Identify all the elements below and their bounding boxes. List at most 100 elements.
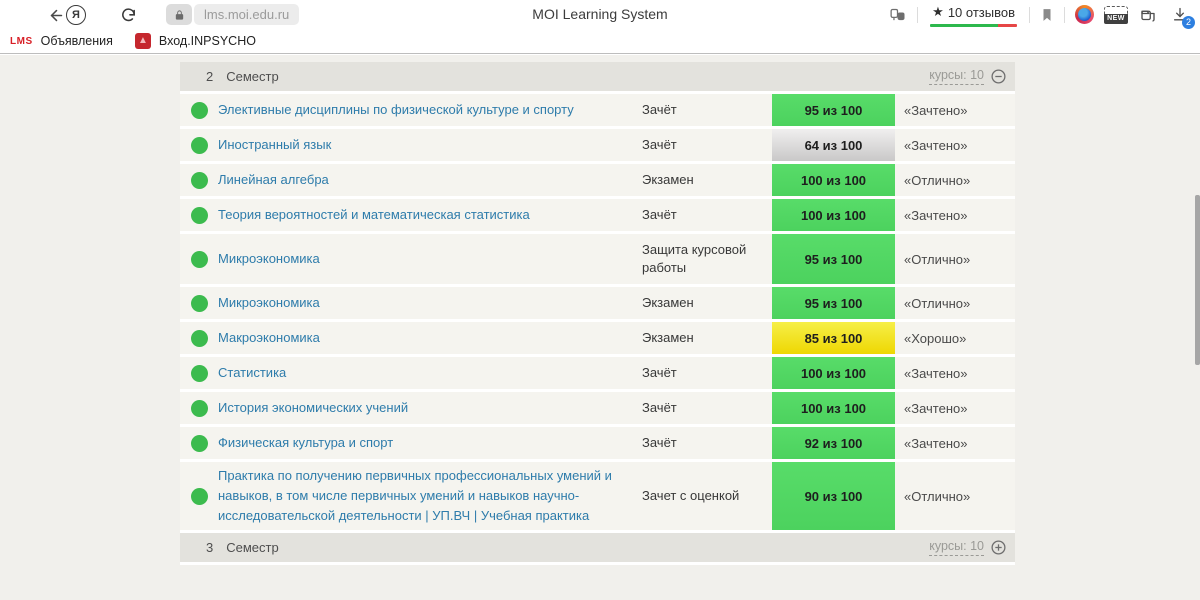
score-badge: 85 из 100 [772,322,895,354]
toolbar-separator [1029,6,1030,23]
grade-text: «Отлично» [904,251,971,267]
bookmark-item-inpsycho[interactable]: ▲ Вход.INPSYCHO [134,33,256,49]
assessment-type: Зачёт [642,365,677,381]
extension-new-tab-icon[interactable]: NEW [1104,5,1128,24]
new-badge: NEW [1104,13,1128,24]
grade-text: «Хорошо» [904,330,967,346]
semester-number: 2 [206,69,214,84]
status-dot-icon [191,206,208,224]
course-link[interactable]: Микроэкономика [218,293,642,313]
course-row: Макроэкономика Экзамен 85 из 100 «Хорошо» [180,322,1015,357]
site-reviews-button[interactable]: ★ 10 отзывов [928,2,1019,27]
status-dot-icon [191,487,208,505]
extension-browser-icon[interactable] [1075,5,1094,24]
toolbar-separator [917,6,919,23]
score-badge: 90 из 100 [772,462,895,530]
extension-globe-icon [1078,8,1091,21]
score-badge: 92 из 100 [772,427,895,459]
course-link[interactable]: Теория вероятностей и математическая ста… [218,205,642,225]
status-dot-icon [191,434,208,452]
courses-count-link[interactable]: курсы: 10 [929,539,984,556]
bookmark-button[interactable] [1040,7,1054,23]
grade-text: «Зачтено» [904,102,968,118]
downloads-count-badge: 2 [1182,15,1195,29]
course-link[interactable]: Макроэкономика [218,328,642,348]
star-icon: ★ [932,4,944,19]
back-arrow-icon [50,9,62,21]
status-dot-icon [191,329,208,347]
reviews-label: 10 отзывов [947,4,1015,20]
assessment-type: Зачёт [642,137,677,153]
course-link[interactable]: Иностранный язык [218,135,642,155]
course-link[interactable]: Статистика [218,363,642,383]
course-link[interactable]: Физическая культура и спорт [218,433,642,453]
grades-table: 2 Семестр курсы: 10 Элективные дисциплин… [180,62,1015,565]
status-dot-icon [191,399,208,417]
course-row: Иностранный язык Зачёт 64 из 100 «Зачтено» [180,129,1015,164]
course-row: Линейная алгебра Экзамен 100 из 100 «Отличн… [180,164,1015,199]
refresh-button[interactable] [116,3,140,27]
bookmark-item-announcements[interactable]: LMS Объявления [10,34,113,48]
collections-button[interactable] [1138,6,1158,24]
bookmark-flag-icon [1043,8,1051,21]
grade-text: «Зачтено» [904,207,968,223]
status-dot-icon [191,250,208,268]
course-row: История экономических учений Зачёт 100 из … [180,392,1015,427]
course-link[interactable]: Элективные дисциплины по физической куль… [218,100,642,120]
grade-text: «Зачтено» [904,137,968,153]
url-text[interactable]: lms.moi.edu.ru [194,4,300,25]
semester-3-header: 3 Семестр курсы: 10 [180,533,1015,565]
assessment-type: Зачёт [642,435,677,451]
course-row: Практика по получению первичных професси… [180,462,1015,533]
semester-2-header: 2 Семестр курсы: 10 [180,62,1015,94]
courses-count-link[interactable]: курсы: 10 [929,68,984,85]
score-badge: 100 из 100 [772,357,895,389]
grade-text: «Отлично» [904,295,971,311]
status-dot-icon [191,364,208,382]
expand-semester-button[interactable] [990,539,1007,556]
browser-toolbar: Я lms.moi.edu.ru MOI Learning System ★ 1… [0,0,1200,29]
course-link[interactable]: История экономических учений [218,398,642,418]
lms-page: 2 Семестр курсы: 10 Элективные дисциплин… [0,55,1200,600]
semester-label: Семестр [226,540,279,555]
assessment-type: Зачёт [642,400,677,416]
downloads-button[interactable]: 2 [1168,3,1195,29]
course-row: Элективные дисциплины по физической куль… [180,94,1015,129]
semester-number: 3 [206,540,214,555]
address-bar[interactable]: lms.moi.edu.ru [166,4,300,25]
yandex-home-button[interactable]: Я [64,3,88,27]
collapse-semester-button[interactable] [990,68,1007,85]
assessment-type: Зачет с оценкой [642,488,740,504]
grade-text: «Зачтено» [904,365,968,381]
status-dot-icon [191,136,208,154]
protect-icon [890,8,905,21]
minus-circle-icon [991,69,1006,84]
course-rows: Элективные дисциплины по физической куль… [180,94,1015,533]
toolbar-separator [1064,6,1065,23]
score-badge: 100 из 100 [772,164,895,196]
status-dot-icon [191,101,208,119]
bookmark-label: Объявления [40,34,113,48]
vertical-scrollbar[interactable] [1195,195,1200,365]
assessment-type: Зачёт [642,102,677,118]
score-badge: 95 из 100 [772,234,895,284]
course-link[interactable]: Линейная алгебра [218,170,642,190]
grade-text: «Отлично» [904,488,971,504]
lock-icon [175,9,183,20]
grade-text: «Зачтено» [904,400,968,416]
score-badge: 64 из 100 [772,129,895,161]
status-dot-icon [191,171,208,189]
assessment-type: Экзамен [642,172,694,188]
share-protect-button[interactable] [888,6,907,23]
score-badge: 95 из 100 [772,94,895,126]
course-row: Физическая культура и спорт Зачёт 92 из 10… [180,427,1015,462]
assessment-type: Зачёт [642,207,677,223]
collections-icon [1141,10,1155,22]
ssl-lock-chip[interactable] [166,4,192,25]
score-badge: 100 из 100 [772,392,895,424]
status-dot-icon [191,294,208,312]
course-row: Статистика Зачёт 100 из 100 «Зачтено» [180,357,1015,392]
course-link[interactable]: Микроэкономика [218,249,642,269]
assessment-type: Защита курсовой работы [642,242,747,275]
course-link[interactable]: Практика по получению первичных професси… [218,466,642,526]
